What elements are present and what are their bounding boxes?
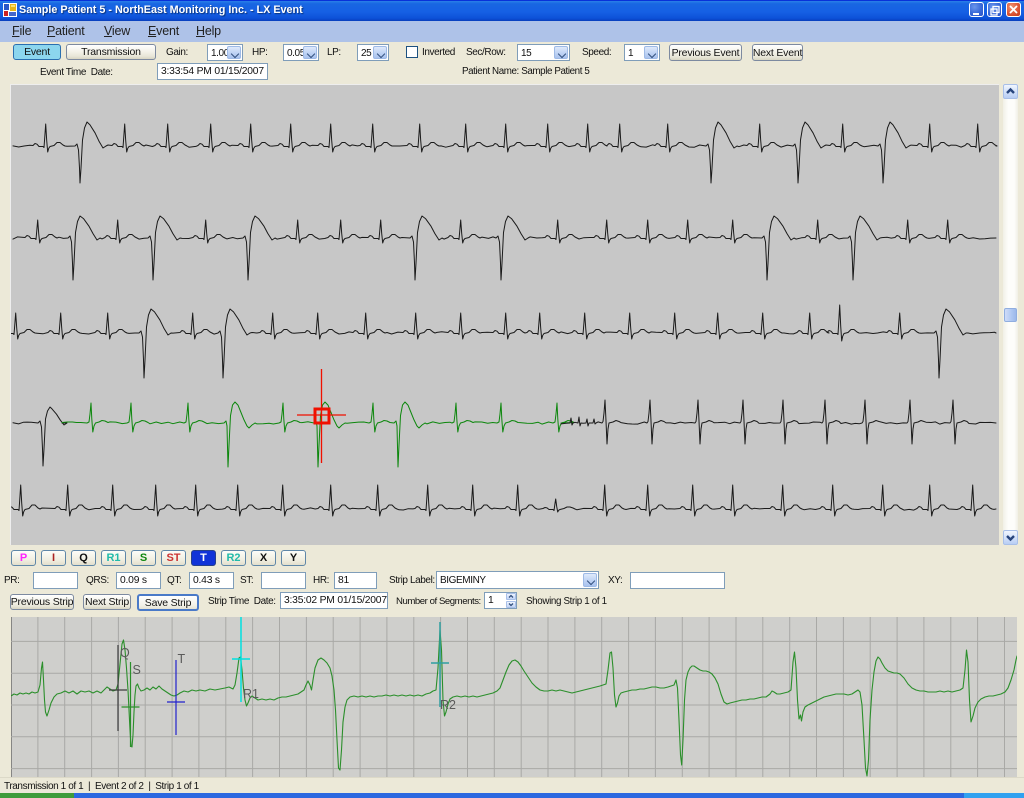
svg-text:Q: Q — [120, 646, 130, 660]
svg-text:R1: R1 — [243, 687, 259, 701]
svg-text:T: T — [178, 652, 186, 666]
svg-text:R2: R2 — [440, 698, 456, 712]
svg-text:S: S — [133, 663, 141, 677]
